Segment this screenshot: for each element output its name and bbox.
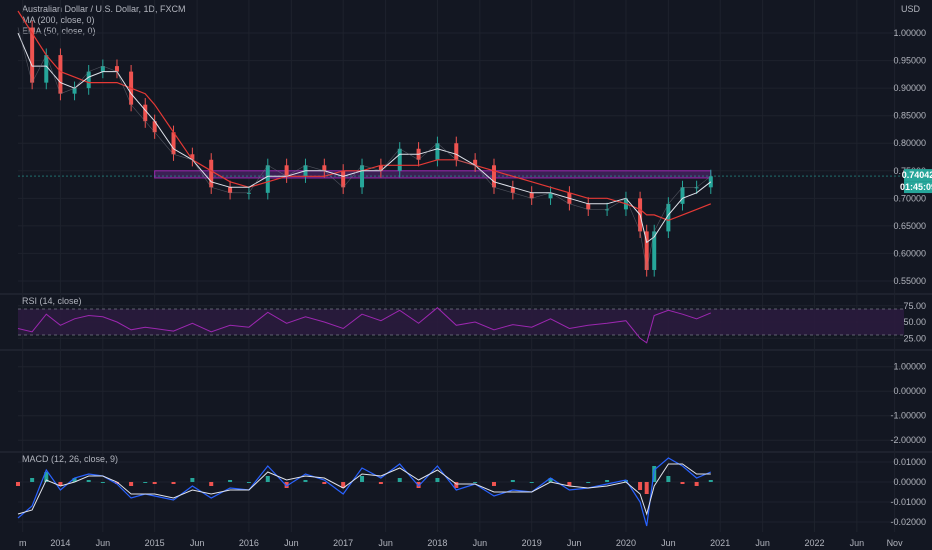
macd-legend-label[interactable]: MACD (12, 26, close, 9)	[22, 454, 118, 464]
macd-histogram-bar	[171, 482, 176, 484]
x-tick-label: Jun	[378, 538, 393, 548]
y-tick-label: 25.00	[903, 333, 926, 343]
y-tick-label: 1.00000	[893, 28, 926, 38]
x-tick-label: Jun	[755, 538, 770, 548]
x-tick-label: 2020	[616, 538, 636, 548]
macd-histogram-bar	[143, 482, 148, 483]
candle-body[interactable]	[586, 203, 591, 210]
y-tick-label: -1.00000	[890, 411, 926, 421]
candle-body[interactable]	[284, 165, 289, 177]
macd-histogram-bar	[360, 476, 365, 482]
candle-body[interactable]	[435, 143, 440, 160]
y-tick-label: 75.00	[903, 301, 926, 311]
macd-histogram-bar	[473, 482, 478, 483]
macd-histogram-bar	[152, 482, 157, 484]
x-tick-label: Jun	[661, 538, 676, 548]
x-tick-label: Jun	[190, 538, 205, 548]
y-tick-label: -2.00000	[890, 435, 926, 445]
candle-body[interactable]	[341, 170, 346, 188]
candle-body[interactable]	[529, 192, 534, 199]
macd-histogram-bar	[228, 480, 233, 482]
candle-body[interactable]	[360, 165, 365, 188]
y-tick-label: 0.70000	[893, 193, 926, 203]
macd-histogram-bar	[322, 482, 327, 484]
candle-body[interactable]	[265, 165, 270, 193]
x-tick-label: Jun	[473, 538, 488, 548]
candle-body[interactable]	[143, 104, 148, 122]
y-tick-label: 1.00000	[893, 362, 926, 372]
x-tick-label: Jun	[96, 538, 111, 548]
y-tick-label: 0.85000	[893, 111, 926, 121]
countdown-value: 01:45:09	[900, 182, 932, 192]
macd-histogram-bar	[529, 482, 534, 483]
candle-body[interactable]	[86, 71, 91, 89]
y-tick-label: 50.00	[903, 317, 926, 327]
macd-histogram-bar	[246, 482, 251, 483]
candle-body[interactable]	[491, 165, 496, 188]
macd-histogram-bar	[378, 482, 383, 484]
macd-histogram-bar	[209, 482, 214, 486]
resistance-zone[interactable]	[154, 170, 712, 179]
x-tick-label: Jun	[567, 538, 582, 548]
y-tick-label: 0.80000	[893, 138, 926, 148]
x-tick-label: 2021	[710, 538, 730, 548]
macd-histogram-bar	[265, 476, 270, 482]
macd-histogram-bar	[86, 480, 91, 482]
y-tick-label: 0.55000	[893, 276, 926, 286]
close-line	[17, 27, 711, 271]
x-tick-label: Nov	[887, 538, 904, 548]
candle-body[interactable]	[58, 55, 63, 94]
macd-histogram-bar	[638, 482, 643, 490]
x-tick-label: m	[19, 538, 27, 548]
macd-histogram-bar	[510, 480, 515, 482]
macd-histogram-bar	[708, 480, 713, 482]
macd-histogram-bar	[129, 482, 134, 486]
x-tick-label: Jun	[284, 538, 299, 548]
y-tick-label: -0.01000	[890, 497, 926, 507]
macd-histogram-bar	[644, 482, 649, 494]
macd-histogram-bar	[666, 476, 671, 482]
y-tick-label: 0.60000	[893, 248, 926, 258]
macd-histogram-bar	[680, 482, 685, 484]
candle-body[interactable]	[322, 165, 327, 171]
macd-line[interactable]	[17, 457, 712, 527]
candle-body[interactable]	[209, 159, 214, 188]
macd-histogram-bar	[605, 480, 610, 482]
x-tick-label: 2016	[239, 538, 259, 548]
trading-chart[interactable]: m 2014 Jun 2015 Jun 2016 Jun 2017 Jun 2018 Jun 2019…	[0, 0, 932, 550]
y-tick-label: -0.02000	[890, 517, 926, 527]
y-tick-label: 0.00000	[893, 386, 926, 396]
macd-histogram-bar	[694, 482, 699, 486]
macd-histogram-bar	[30, 478, 35, 482]
x-tick-label: Jun	[850, 538, 865, 548]
y-tick-label: 0.90000	[893, 83, 926, 93]
candle-body[interactable]	[680, 187, 685, 204]
y-tick-label: 0.95000	[893, 56, 926, 66]
candle-body[interactable]	[171, 132, 176, 155]
x-tick-label: 2019	[522, 538, 542, 548]
macd-histogram-bar	[190, 478, 195, 482]
macd-histogram-bar	[397, 478, 402, 482]
macd-histogram-bar	[16, 482, 20, 486]
rsi-legend-label[interactable]: RSI (14, close)	[22, 296, 82, 306]
rsi-band	[18, 309, 904, 335]
x-tick-label: 2014	[50, 538, 70, 548]
macd-histogram-bar	[100, 482, 105, 483]
last-price-value: 0.74042	[902, 170, 932, 180]
x-tick-label: 2018	[427, 538, 447, 548]
y-tick-label: 0.00000	[893, 477, 926, 487]
macd-histogram-bar	[586, 482, 591, 483]
candle-body[interactable]	[397, 148, 402, 171]
candle-body[interactable]	[228, 187, 233, 193]
macd-histogram-bar	[491, 482, 496, 486]
y-tick-label: 0.01000	[893, 457, 926, 467]
candle-body[interactable]	[454, 143, 459, 160]
y-tick-label: 0.65000	[893, 221, 926, 231]
x-tick-label: 2022	[804, 538, 824, 548]
x-tick-label: 2017	[333, 538, 353, 548]
macd-histogram-bar	[435, 478, 440, 482]
macd-histogram-bar	[303, 480, 308, 482]
x-tick-label: 2015	[145, 538, 165, 548]
